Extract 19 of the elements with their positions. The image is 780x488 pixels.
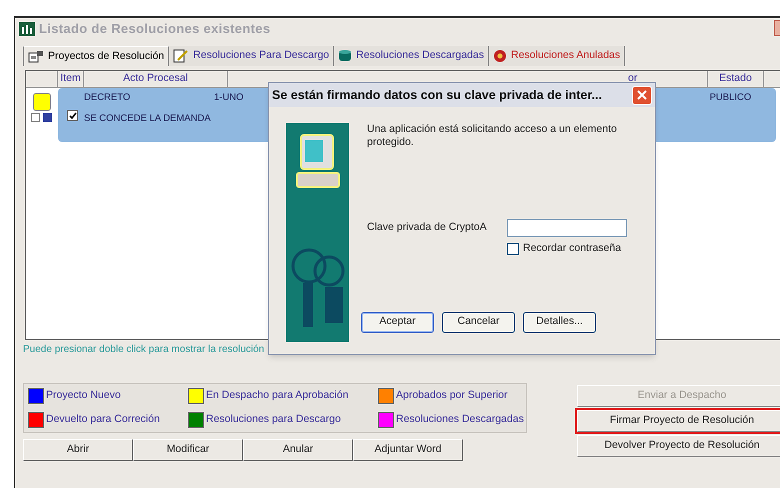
legend-label: Proyecto Nuevo bbox=[46, 388, 121, 404]
dialog-title: Se están firmando datos con su clave privada de inter... bbox=[272, 86, 602, 104]
table-cell-text: PUBLICO bbox=[710, 91, 752, 105]
legend-label: Resoluciones para Descargo bbox=[206, 412, 341, 428]
window-title: Listado de Resoluciones existentes bbox=[39, 20, 270, 38]
legend-label: Resoluciones Descargadas bbox=[396, 412, 524, 428]
column-header: Item bbox=[58, 71, 84, 87]
table-cell-text: DECRETO bbox=[84, 91, 132, 105]
legend-label: Devuelto para Correción bbox=[46, 412, 160, 428]
checkbox-label: Recordar contraseña bbox=[523, 241, 622, 256]
hint-text: Puede presionar doble click para mostrar la resolución bbox=[23, 343, 266, 357]
table-cell-text: SE CONCEDE LA DEMANDA bbox=[84, 112, 212, 126]
column-header: Estado bbox=[708, 71, 764, 87]
table-cell-text: 1-UNO bbox=[214, 91, 244, 105]
legend-label: En Despacho para Aprobación bbox=[206, 388, 348, 404]
dialog-message: Una aplicación está solicitando acceso a un elemento protegido. bbox=[367, 123, 618, 149]
field-label: Clave privada de CryptoA bbox=[367, 220, 488, 236]
legend-label: Aprobados por Superior bbox=[396, 388, 508, 404]
column-header: Acto Procesal bbox=[84, 71, 228, 87]
